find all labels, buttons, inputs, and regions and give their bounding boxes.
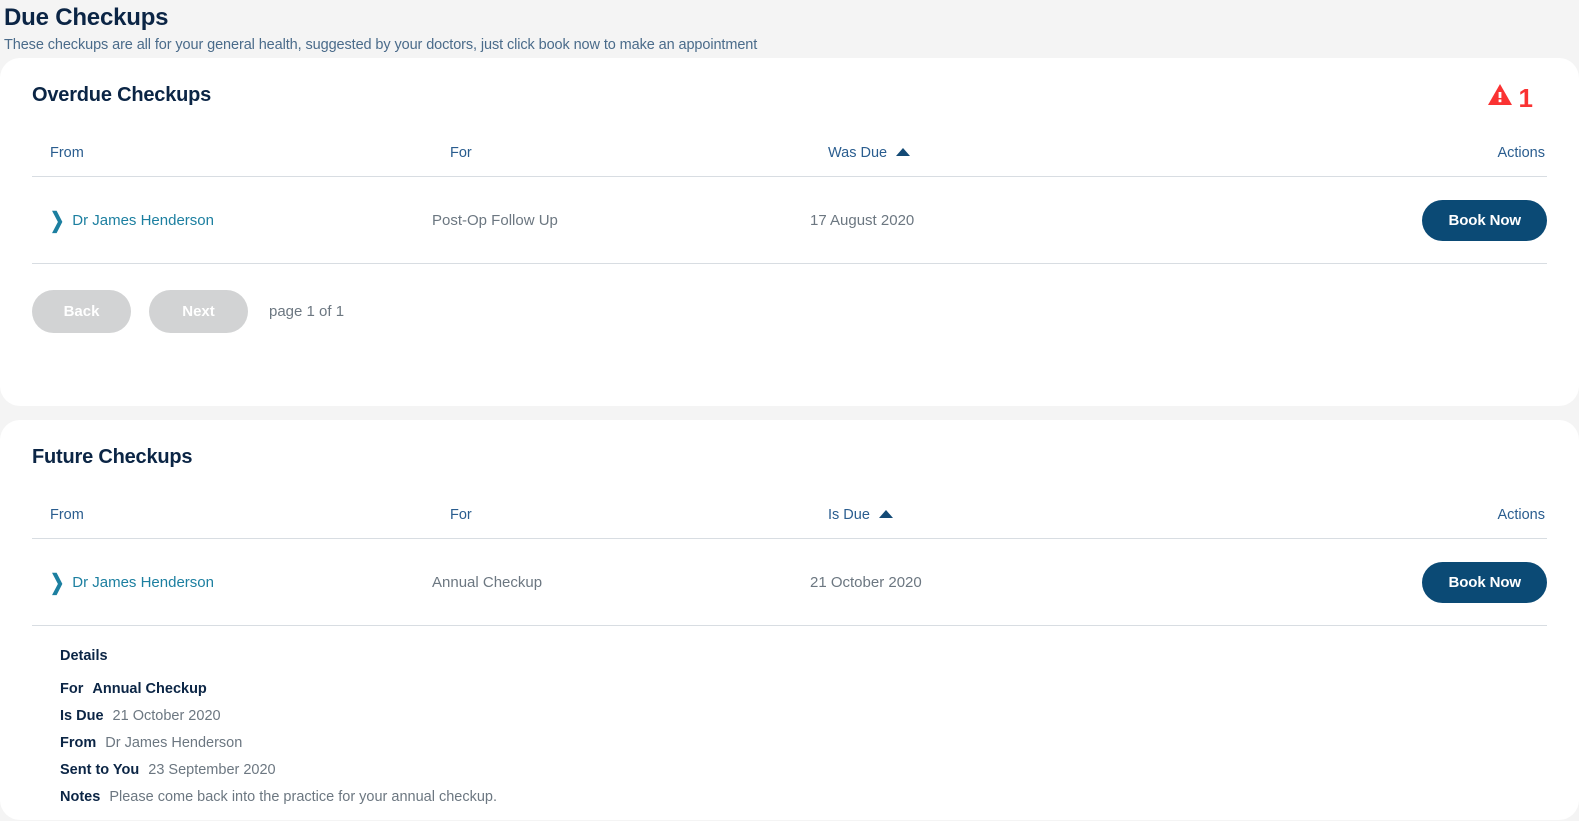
future-table-header: From For Is Due Actions (32, 492, 1547, 539)
detail-row-notes: Notes Please come back into the practice… (60, 790, 1547, 806)
chevron-right-icon[interactable]: ❯ (50, 571, 64, 592)
pagination-page-label: page 1 of 1 (269, 303, 344, 320)
page-title: Due Checkups (4, 4, 1579, 32)
warning-triangle-icon (1488, 84, 1512, 111)
detail-row-is-due: Is Due 21 October 2020 (60, 709, 1547, 725)
checkup-details-panel: Details For Annual Checkup Is Due 21 Oct… (32, 626, 1547, 806)
detail-row-from: From Dr James Henderson (60, 736, 1547, 752)
future-row-from-cell[interactable]: ❯ Dr James Henderson (32, 574, 432, 591)
column-header-from: From (32, 145, 450, 161)
pagination-next-button[interactable]: Next (149, 290, 248, 333)
overdue-pagination: Back Next page 1 of 1 (32, 264, 1547, 333)
detail-value-is-due: 21 October 2020 (113, 708, 221, 724)
overdue-checkups-card: Overdue Checkups 1 From For Was Due (0, 58, 1579, 406)
future-row-doctor-name: Dr James Henderson (72, 574, 214, 591)
future-section-title: Future Checkups (32, 446, 192, 469)
detail-label-for: For (60, 681, 83, 697)
column-header-actions: Actions (1385, 507, 1547, 523)
overdue-section-title: Overdue Checkups (32, 84, 211, 107)
future-row-for: Annual Checkup (432, 574, 810, 591)
future-row-is-due: 21 October 2020 (810, 574, 1387, 591)
detail-label-sent-to-you: Sent to You (60, 762, 139, 778)
column-header-was-due[interactable]: Was Due (828, 145, 1385, 161)
overdue-row-was-due: 17 August 2020 (810, 212, 1387, 229)
future-row-actions: Book Now (1387, 562, 1547, 603)
table-row[interactable]: ❯ Dr James Henderson Annual Checkup 21 O… (32, 539, 1547, 626)
overdue-row-actions: Book Now (1387, 200, 1547, 241)
overdue-row-from-cell[interactable]: ❯ Dr James Henderson (32, 212, 432, 229)
sort-ascending-caret-icon (896, 148, 910, 156)
detail-value-sent-to-you: 23 September 2020 (148, 762, 275, 778)
book-now-button[interactable]: Book Now (1422, 562, 1547, 603)
page-subtitle: These checkups are all for your general … (4, 37, 1579, 53)
future-checkups-card: Future Checkups From For Is Due Actions … (0, 420, 1579, 820)
overdue-card-header: Overdue Checkups 1 (32, 84, 1547, 130)
overdue-table: From For Was Due Actions ❯ Dr James Hend… (32, 130, 1547, 264)
overdue-table-header: From For Was Due Actions (32, 130, 1547, 177)
column-header-was-due-label: Was Due (828, 145, 887, 161)
column-header-is-due[interactable]: Is Due (828, 507, 1385, 523)
overdue-alert-count: 1 (1519, 85, 1533, 111)
column-header-from: From (32, 507, 450, 523)
detail-value-notes: Please come back into the practice for y… (109, 789, 497, 805)
detail-value-for: Annual Checkup (92, 681, 206, 697)
detail-row-for: For Annual Checkup (60, 682, 1547, 698)
column-header-for: For (450, 145, 828, 161)
detail-row-sent-to-you: Sent to You 23 September 2020 (60, 763, 1547, 779)
column-header-actions: Actions (1385, 145, 1547, 161)
overdue-row-for: Post-Op Follow Up (432, 212, 810, 229)
detail-label-is-due: Is Due (60, 708, 104, 724)
pagination-back-button[interactable]: Back (32, 290, 131, 333)
column-header-is-due-label: Is Due (828, 507, 870, 523)
detail-label-from: From (60, 735, 96, 751)
sort-ascending-caret-icon (879, 510, 893, 518)
table-row[interactable]: ❯ Dr James Henderson Post-Op Follow Up 1… (32, 177, 1547, 264)
future-table: From For Is Due Actions ❯ Dr James Hende… (32, 492, 1547, 626)
page-header: Due Checkups These checkups are all for … (0, 0, 1579, 58)
overdue-row-doctor-name: Dr James Henderson (72, 212, 214, 229)
overdue-alert-badge: 1 (1488, 84, 1547, 111)
column-header-for: For (450, 507, 828, 523)
details-title: Details (60, 648, 1547, 664)
detail-label-notes: Notes (60, 789, 100, 805)
book-now-button[interactable]: Book Now (1422, 200, 1547, 241)
detail-value-from: Dr James Henderson (105, 735, 242, 751)
chevron-right-icon[interactable]: ❯ (50, 209, 64, 230)
future-card-header: Future Checkups (32, 446, 1547, 492)
